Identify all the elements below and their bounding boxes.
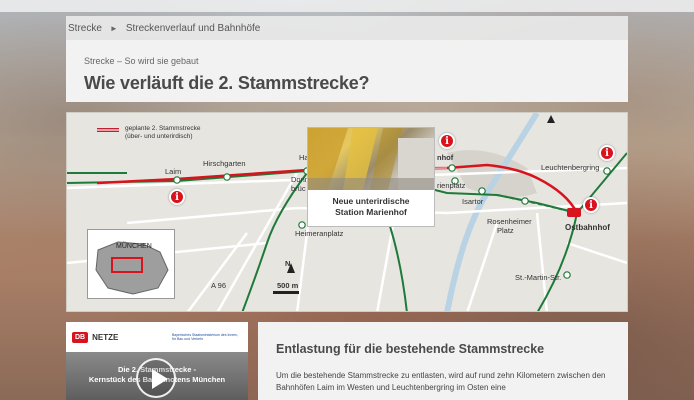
page-title: Wie verläuft die 2. Stammstrecke?: [84, 73, 370, 93]
info-icon-laim[interactable]: i: [169, 189, 185, 205]
map-label-marienplatz: rienplatz: [437, 181, 466, 190]
map-label-donners-2: brüc: [291, 184, 306, 193]
photo-caption-line2: Station Marienhof: [335, 207, 407, 217]
breadcrumb-item-current[interactable]: Streckenverlauf und Bahnhöfe: [126, 23, 261, 34]
netze-label: NETZE: [92, 332, 119, 342]
photo-caption: Neue unterirdische Station Marienhof: [308, 190, 434, 218]
map-label-st-martin: St.-Martin-Str.: [515, 273, 562, 282]
map-label-hirschgarten: Hirschgarten: [203, 159, 246, 168]
map-label-heimeranplatz: Heimeranplatz: [295, 229, 344, 238]
map-label-ostbahnhof: Ostbahnhof: [565, 223, 610, 232]
play-icon[interactable]: [136, 358, 176, 398]
content-body: Um die bestehende Stammstrecke zu entlas…: [276, 371, 606, 392]
map-label-laim: Laim: [165, 167, 182, 176]
info-icon-marienhof[interactable]: i: [439, 133, 455, 149]
page-header: Strecke – So wird sie gebaut Wie verläuf…: [66, 40, 628, 102]
scale-bar: [273, 291, 299, 294]
map-label-a96: A 96: [211, 281, 227, 290]
map-label-isartor: Isartor: [462, 197, 484, 206]
breadcrumb: Strecke ► Streckenverlauf und Bahnhöfe: [66, 16, 628, 40]
map-legend: geplante 2. Stammstrecke (über- und unte…: [97, 125, 213, 141]
video-thumbnail[interactable]: Die 2. Stammstrecke - Kernstück des Bahn…: [66, 352, 248, 400]
content-card: Entlastung für die bestehende Stammstrec…: [258, 322, 628, 400]
map-label-marienhof: nhof: [437, 153, 454, 162]
map-label-scale: 500 m: [277, 281, 299, 290]
ministry-logo: Bayerisches Staatsministerium des Innern…: [172, 333, 239, 341]
video-card[interactable]: DB NETZE Bayerisches Staatsministerium d…: [66, 322, 248, 400]
content-heading: Entlastung für die bestehende Stammstrec…: [276, 342, 545, 356]
north-arrow-small-icon: [547, 115, 555, 123]
db-logo: DB: [72, 331, 89, 343]
legend-line-swatch: [97, 128, 119, 132]
route-map[interactable]: geplante 2. Stammstrecke (über- und unte…: [66, 112, 628, 312]
page-kicker: Strecke – So wird sie gebaut: [84, 56, 199, 66]
breadcrumb-item-strecke[interactable]: Strecke: [68, 23, 102, 34]
overview-map-label: MÜNCHEN: [116, 243, 152, 250]
video-branding: DB NETZE Bayerisches Staatsministerium d…: [66, 322, 248, 352]
top-navigation-bar: [0, 0, 694, 12]
ostbahnhof-marker: [567, 208, 581, 217]
info-icon-leuchtenbergring[interactable]: i: [599, 145, 615, 161]
munich-overview-map: MÜNCHEN: [87, 229, 175, 299]
map-label-leuchtenbergring: Leuchtenbergring: [541, 163, 600, 172]
breadcrumb-separator-icon: ►: [109, 23, 118, 33]
overview-map-shape: [95, 241, 169, 295]
marienhof-photo-card[interactable]: Neue unterirdische Station Marienhof: [307, 127, 435, 227]
map-label-north: N: [285, 259, 291, 268]
marienhof-station-image: [308, 128, 434, 190]
legend-label: geplante 2. Stammstrecke (über- und unte…: [125, 125, 201, 140]
photo-caption-line1: Neue unterirdische: [332, 196, 410, 206]
info-icon-ostbahnhof[interactable]: i: [583, 197, 599, 213]
map-label-rosenheimer-2: Platz: [497, 226, 514, 235]
map-label-rosenheimer: Rosenheimer: [487, 217, 532, 226]
